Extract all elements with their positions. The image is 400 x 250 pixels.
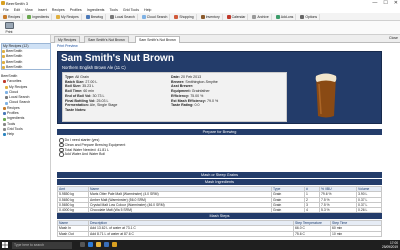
inventory-icon <box>200 14 205 19</box>
cart-icon <box>174 14 179 19</box>
tree-item-help[interactable]: Help <box>1 132 30 137</box>
folder-icon <box>2 50 5 54</box>
toolbar-cloud-search-button[interactable]: Cloud Search <box>140 13 171 20</box>
window-title: BeerSmith 3 <box>6 1 29 6</box>
prepare-checklist: Do I need starter (yes) Clean and Prepar… <box>59 138 125 158</box>
tab-my-recipes[interactable]: My Recipes <box>54 36 81 43</box>
folder-icon <box>2 60 5 64</box>
app-icon <box>1 1 5 5</box>
report-header: Sam Smith's Nut Brown Northern English B… <box>57 51 382 124</box>
grid-icon <box>3 128 6 132</box>
toolbar-inventory-button[interactable]: Inventory <box>199 13 223 20</box>
toolbar-addons-button[interactable]: Add-ons <box>274 13 297 20</box>
info-row: Taste Notes: <box>65 107 87 112</box>
close-tab-button[interactable]: Close <box>389 36 398 40</box>
navigation-panel: My Recipes (12) BeerSmith BeerSmith Beer… <box>0 35 51 240</box>
brewlog-icon <box>85 14 90 19</box>
taskbar-apps <box>80 242 117 247</box>
recipe-folder[interactable]: BeerSmith <box>2 65 50 70</box>
help-icon <box>3 133 6 137</box>
info-row: Taste Rating: 0.0 <box>171 103 200 108</box>
toolbar-options-button[interactable]: Options <box>298 13 321 20</box>
tools-icon <box>3 122 6 126</box>
print-button[interactable]: Print <box>2 22 16 34</box>
recipe-info-box: Type: All Grain Batch Size: 27.00 L Boil… <box>62 72 287 122</box>
prepare-section-header: Prepare for Brewing <box>57 129 382 135</box>
table-row: Mash Out Add 8.71 L of water at 87.6 C 75.… <box>57 230 382 237</box>
mash-section-header: Mash or Steep Grains <box>57 172 382 178</box>
recipes-icon <box>3 14 7 19</box>
folder-icon <box>5 85 8 89</box>
windows-taskbar: Type here to search 17:00 25/09/2019 <box>0 240 400 250</box>
explorer-icon[interactable] <box>96 242 101 247</box>
toolbar-archive-button[interactable]: Archive <box>250 13 272 20</box>
info-right-column: Date: 20 Feb 2013 Brewer: Smithington-Sm… <box>171 75 218 108</box>
check-circle-icon <box>59 138 64 143</box>
edge-icon[interactable] <box>88 242 93 247</box>
ingredients-icon <box>3 117 6 121</box>
taskbar-clock[interactable]: 17:00 25/09/2019 <box>382 241 398 249</box>
beer-glass-image <box>315 73 337 118</box>
gear-icon <box>300 14 305 19</box>
folder-icon <box>2 66 5 70</box>
check-circle-icon <box>59 152 64 158</box>
toolbar-recipes-button[interactable]: Recipes <box>1 13 24 20</box>
minimize-button[interactable]: — <box>372 0 377 6</box>
tab-recipe[interactable]: Sam Smith's Nut Brown <box>84 36 129 43</box>
addons-icon <box>275 14 280 19</box>
search-icon <box>5 101 8 105</box>
recipe-report: Sam Smith's Nut Brown Northern English B… <box>57 51 382 240</box>
ingredients-table: Amt Name Type # % /IBU Volume 5.9850 kg M… <box>57 185 382 214</box>
search-icon <box>110 14 114 19</box>
document-tabs: My Recipes Sam Smith's Nut Brown Sam Smi… <box>51 35 400 43</box>
heart-icon <box>3 80 6 84</box>
toolbar-my-recipes-button[interactable]: My Recipes <box>54 13 82 20</box>
maximize-button[interactable]: ☐ <box>383 0 387 6</box>
cloud-icon <box>141 14 146 19</box>
profiles-icon <box>3 112 6 116</box>
toolbar-ingredients-button[interactable]: Ingredients <box>25 13 53 20</box>
recipe-style: Northern English Brown Ale (11 C) <box>62 65 126 70</box>
print-preview-label: Print Preview <box>57 44 78 48</box>
archive-icon <box>252 14 257 19</box>
search-icon <box>5 96 8 100</box>
recipes-icon <box>3 106 6 110</box>
toolbar-brewlog-button[interactable]: Brewlog <box>84 13 106 20</box>
task-view-icon[interactable] <box>80 242 85 247</box>
recipe-title: Sam Smith's Nut Brown <box>61 53 174 64</box>
close-window-button[interactable]: ✕ <box>394 0 398 6</box>
store-icon[interactable] <box>104 242 109 247</box>
info-left-column: Type: All Grain Batch Size: 27.00 L Boil… <box>65 75 117 113</box>
toolbar-shopping-button[interactable]: Shopping <box>172 13 197 20</box>
toolbar-calendar-button[interactable]: Calendar <box>225 13 249 20</box>
mash-ingredients-header: Mash Ingredients <box>57 179 382 185</box>
beersmith-taskbar-icon[interactable] <box>112 242 117 247</box>
checklist-item[interactable]: Add Water And Water Boil <box>59 152 125 158</box>
ribbon-bar: Print <box>0 21 400 35</box>
taskbar-search-input[interactable]: Type here to search <box>12 241 72 249</box>
main-toolbar: Recipes Ingredients My Recipes Brewlog L… <box>0 13 400 21</box>
mash-steps-header: Mash Steps <box>57 213 382 219</box>
windows-start-icon[interactable] <box>2 242 8 248</box>
cloud-icon <box>5 91 8 95</box>
printer-icon <box>4 22 14 29</box>
mash-steps-table: Name Description Step Temperature Step T… <box>57 219 382 237</box>
tab-recipe-print[interactable]: Sam Smith's Nut Brown <box>135 36 180 43</box>
folder-icon <box>56 14 61 19</box>
folder-icon <box>2 55 5 59</box>
calendar-icon <box>226 14 231 19</box>
my-recipes-box: My Recipes (12) BeerSmith BeerSmith Beer… <box>1 43 51 70</box>
check-circle-icon <box>59 142 64 148</box>
ingredients-icon <box>27 14 32 19</box>
toolbar-local-search-button[interactable]: Local Search <box>108 13 138 20</box>
